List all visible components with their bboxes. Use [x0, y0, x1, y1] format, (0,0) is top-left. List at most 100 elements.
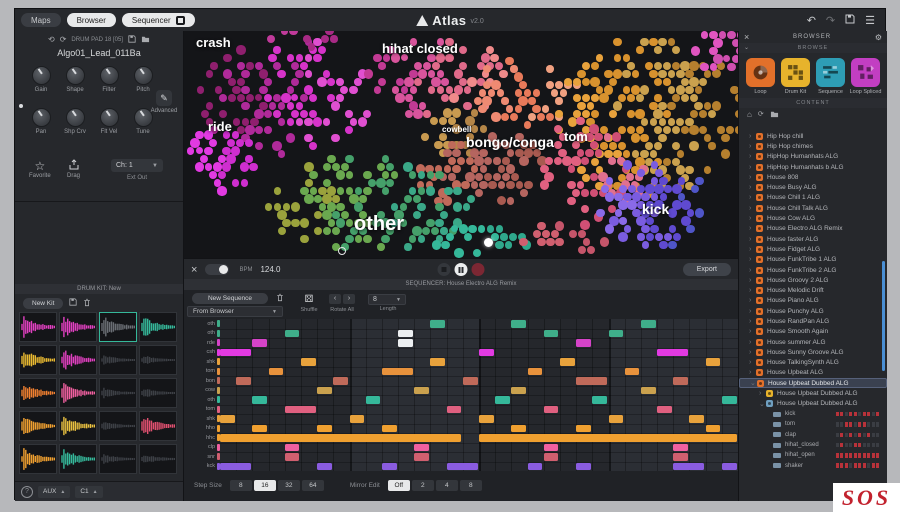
folders-icon[interactable]	[770, 110, 779, 120]
map-sample-dot[interactable]	[382, 187, 390, 195]
browser-sample-row[interactable]: shaker	[739, 461, 887, 471]
map-sample-dot[interactable]	[546, 65, 553, 72]
map-sample-dot[interactable]	[730, 86, 738, 95]
map-sample-dot[interactable]	[649, 38, 658, 47]
map-sample-dot[interactable]	[233, 118, 241, 126]
map-sample-dot[interactable]	[708, 110, 716, 118]
map-sample-dot[interactable]	[606, 177, 613, 184]
map-sample-dot[interactable]	[417, 203, 426, 212]
map-sample-dot[interactable]	[336, 170, 345, 179]
sequencer-note[interactable]	[447, 406, 462, 414]
map-sample-dot[interactable]	[690, 94, 698, 102]
sequencer-note[interactable]	[495, 396, 510, 404]
map-sample-dot[interactable]	[516, 181, 524, 189]
map-sample-dot[interactable]	[464, 86, 471, 93]
map-sample-dot[interactable]	[654, 78, 662, 86]
map-sample-dot[interactable]	[466, 157, 474, 165]
browser-list-item[interactable]: ›House 808	[739, 172, 887, 182]
map-sample-dot[interactable]	[594, 133, 603, 142]
map-sample-dot[interactable]	[637, 169, 644, 176]
map-sample-dot[interactable]	[246, 94, 255, 103]
map-sample-dot[interactable]	[418, 171, 425, 178]
map-sample-dot[interactable]	[668, 118, 675, 125]
map-sample-dot[interactable]	[585, 149, 593, 157]
map-sample-dot[interactable]	[237, 62, 245, 70]
pitch-knob[interactable]	[134, 66, 153, 85]
map-sample-dot[interactable]	[502, 173, 510, 181]
sequencer-note[interactable]	[625, 368, 640, 376]
map-sample-dot[interactable]	[581, 205, 589, 213]
browser-sample-row[interactable]: tom	[739, 419, 887, 429]
map-sample-dot[interactable]	[330, 35, 337, 42]
pad-tile[interactable]	[99, 378, 137, 408]
map-sample-dot[interactable]	[414, 78, 422, 86]
browser-list-item[interactable]: ›House Chill Talk ALG	[739, 203, 887, 213]
map-sample-dot[interactable]	[480, 125, 488, 133]
map-sample-dot[interactable]	[187, 147, 194, 154]
map-sample-dot[interactable]	[618, 142, 626, 150]
sequencer-note[interactable]	[511, 387, 526, 395]
map-sample-dot[interactable]	[435, 171, 443, 179]
map-sample-dot[interactable]	[217, 186, 226, 195]
map-sample-dot[interactable]	[604, 133, 611, 140]
map-sample-dot[interactable]	[440, 211, 448, 219]
map-sample-dot[interactable]	[314, 227, 323, 236]
filter-velocity-knob[interactable]	[100, 108, 119, 127]
sequencer-note[interactable]	[285, 444, 300, 452]
map-sample-dot[interactable]	[664, 185, 671, 192]
map-sample-dot[interactable]	[323, 163, 331, 171]
map-sample-dot[interactable]	[631, 133, 640, 142]
map-sample-dot[interactable]	[473, 249, 482, 258]
sequencer-note[interactable]	[317, 387, 332, 395]
step-size-button[interactable]: 16	[254, 480, 276, 491]
pad-tile[interactable]	[59, 411, 97, 441]
map-sample-dot[interactable]	[478, 105, 487, 114]
map-sample-dot[interactable]	[537, 113, 545, 121]
browser-list-item[interactable]: ›House faster ALG	[739, 234, 887, 244]
sequencer-note[interactable]	[398, 330, 413, 338]
sequencer-note[interactable]	[657, 406, 672, 414]
map-sample-dot[interactable]	[426, 219, 435, 228]
sequencer-note[interactable]	[544, 406, 559, 414]
map-sample-dot[interactable]	[273, 94, 282, 103]
map-sample-dot[interactable]	[484, 173, 492, 181]
map-sample-dot[interactable]	[499, 70, 507, 78]
pad-tile[interactable]	[59, 378, 97, 408]
map-sample-dot[interactable]	[551, 230, 559, 238]
map-sample-dot[interactable]	[377, 243, 384, 250]
pad-tile[interactable]	[19, 444, 57, 474]
map-sample-dot[interactable]	[519, 238, 527, 246]
favorite-button[interactable]: ☆Favorite	[29, 159, 51, 179]
map-sample-dot[interactable]	[309, 142, 317, 150]
map-sample-dot[interactable]	[699, 126, 707, 134]
map-sample-dot[interactable]	[443, 108, 452, 117]
map-sample-dot[interactable]	[590, 173, 599, 182]
map-sample-dot[interactable]	[668, 38, 676, 46]
map-sample-dot[interactable]	[363, 171, 372, 180]
sequencer-note[interactable]	[479, 434, 737, 442]
map-sample-dot[interactable]	[555, 81, 563, 89]
map-sample-dot[interactable]	[576, 117, 585, 126]
map-sample-dot[interactable]	[291, 78, 299, 86]
map-sample-dot[interactable]	[309, 94, 318, 103]
sequencer-note[interactable]	[252, 425, 267, 433]
map-sample-dot[interactable]	[286, 133, 295, 142]
map-sample-dot[interactable]	[264, 126, 272, 134]
map-sample-dot[interactable]	[332, 195, 339, 202]
map-sample-dot[interactable]	[467, 77, 476, 86]
sequencer-note[interactable]	[285, 453, 300, 461]
map-sample-dot[interactable]	[672, 126, 681, 135]
browser-list-item[interactable]: ›House Punchy ALG	[739, 306, 887, 316]
map-sample-dot[interactable]	[368, 179, 376, 187]
sequencer-note[interactable]	[414, 387, 429, 395]
sequencer-note[interactable]	[366, 396, 381, 404]
map-sample-dot[interactable]	[542, 105, 549, 112]
sequencer-note[interactable]	[673, 453, 688, 461]
gear-icon[interactable]: ⚙	[875, 33, 882, 42]
map-sample-dot[interactable]	[582, 78, 591, 87]
map-sample-dot[interactable]	[323, 227, 332, 236]
map-sample-dot[interactable]	[505, 57, 514, 66]
map-sample-dot[interactable]	[443, 196, 452, 205]
map-sample-dot[interactable]	[694, 102, 703, 111]
map-sample-dot[interactable]	[701, 31, 708, 38]
